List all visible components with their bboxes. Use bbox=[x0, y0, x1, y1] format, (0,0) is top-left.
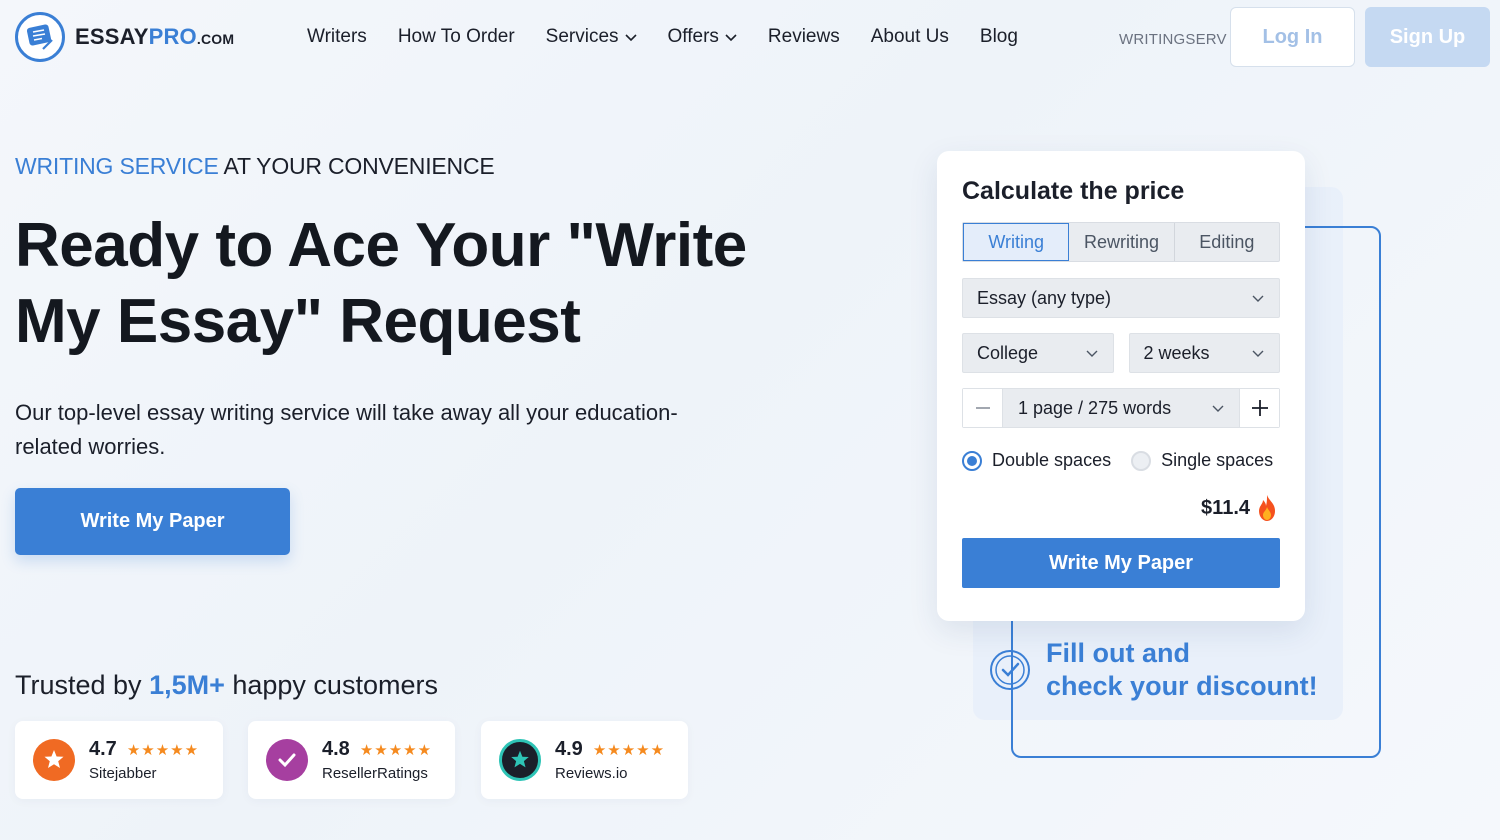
tab-writing[interactable]: Writing bbox=[963, 223, 1070, 261]
plus-icon bbox=[1251, 400, 1268, 416]
nav-about-us[interactable]: About Us bbox=[871, 26, 949, 48]
rating-card-sitejabber[interactable]: 4.7 ★★★★★ Sitejabber bbox=[15, 721, 223, 799]
rating-score: 4.7 bbox=[89, 738, 117, 760]
radio-label: Single spaces bbox=[1161, 450, 1274, 470]
trusted-by-text: Trusted by 1,5M+ happy customers bbox=[15, 670, 438, 700]
radio-checked-icon bbox=[962, 450, 982, 471]
deadline-value: 2 weeks bbox=[1143, 342, 1210, 363]
deadline-select[interactable]: 2 weeks bbox=[1128, 333, 1280, 373]
signup-button[interactable]: Sign Up bbox=[1365, 7, 1490, 67]
nav-reviews[interactable]: Reviews bbox=[768, 26, 840, 48]
service-tabs: Writing Rewriting Editing bbox=[962, 222, 1280, 262]
rating-card-reviewsio[interactable]: 4.9 ★★★★★ Reviews.io bbox=[481, 721, 688, 799]
nav-blog[interactable]: Blog bbox=[980, 26, 1018, 48]
hero-subtitle: Our top-level essay writing service will… bbox=[15, 400, 678, 459]
check-badge-icon bbox=[990, 650, 1030, 690]
radio-label: Double spaces bbox=[992, 450, 1112, 470]
nav-writers[interactable]: Writers bbox=[307, 26, 367, 48]
academic-level-value: College bbox=[977, 342, 1039, 363]
paper-type-value: Essay (any type) bbox=[977, 287, 1112, 308]
increase-pages-button[interactable] bbox=[1239, 389, 1279, 427]
hero-title: Ready to Ace Your "Write My Essay" Reque… bbox=[15, 211, 747, 356]
discount-line-2: check your discount! bbox=[1046, 671, 1318, 701]
reviewsio-logo-icon bbox=[499, 739, 541, 781]
pages-select[interactable]: 1 page / 275 words bbox=[1003, 389, 1239, 427]
stars-icon: ★★★★★ bbox=[592, 741, 666, 759]
discount-callout: Fill out and check your discount! bbox=[988, 637, 1318, 703]
chevron-down-icon bbox=[1086, 350, 1097, 357]
main-nav: Writers How To Order Services Offers Rev… bbox=[307, 26, 1049, 48]
price-row: $11.4 bbox=[962, 493, 1280, 523]
price-calculator: Calculate the price Writing Rewriting Ed… bbox=[937, 151, 1305, 621]
sitejabber-logo-icon bbox=[33, 739, 75, 781]
promo-code: WRITINGSERV bbox=[1119, 31, 1227, 48]
radio-single-spaces[interactable]: Single spaces bbox=[1131, 450, 1273, 471]
essay-document-icon bbox=[15, 12, 65, 62]
rating-source: Reviews.io bbox=[555, 765, 628, 782]
calculator-write-my-paper-button[interactable]: Write My Paper bbox=[962, 538, 1280, 588]
stars-icon: ★★★★★ bbox=[359, 741, 433, 759]
chevron-down-icon bbox=[1252, 350, 1264, 357]
stars-icon: ★★★★★ bbox=[126, 741, 200, 759]
spacing-options: Double spaces Single spaces bbox=[962, 450, 1280, 471]
tab-editing[interactable]: Editing bbox=[1175, 223, 1279, 261]
nav-services[interactable]: Services bbox=[546, 26, 637, 48]
login-button[interactable]: Log In bbox=[1230, 7, 1355, 67]
radio-unchecked-icon bbox=[1131, 450, 1152, 471]
chevron-down-icon bbox=[1212, 405, 1224, 412]
discount-line-1: Fill out and bbox=[1046, 638, 1190, 668]
minus-icon bbox=[975, 407, 990, 409]
academic-level-select[interactable]: College bbox=[962, 333, 1114, 373]
rating-source: ResellerRatings bbox=[322, 765, 428, 782]
radio-double-spaces[interactable]: Double spaces bbox=[962, 450, 1111, 471]
resellerratings-logo-icon bbox=[266, 739, 308, 781]
brand-logo[interactable]: ESSAYPRO.COM bbox=[15, 12, 234, 62]
brand-name: ESSAYPRO.COM bbox=[75, 24, 235, 49]
rating-score: 4.9 bbox=[555, 738, 583, 760]
hero-eyebrow: WRITING SERVICE AT YOUR CONVENIENCE bbox=[15, 153, 495, 179]
nav-offers[interactable]: Offers bbox=[668, 26, 737, 48]
write-my-paper-button[interactable]: Write My Paper bbox=[15, 488, 290, 555]
rating-score: 4.8 bbox=[322, 738, 350, 760]
fire-icon bbox=[1259, 495, 1275, 521]
chevron-down-icon bbox=[725, 34, 737, 42]
calculator-title: Calculate the price bbox=[962, 177, 1185, 205]
rating-card-resellerratings[interactable]: 4.8 ★★★★★ ResellerRatings bbox=[248, 721, 455, 799]
nav-how-to-order[interactable]: How To Order bbox=[398, 26, 515, 48]
rating-source: Sitejabber bbox=[89, 765, 157, 782]
tab-rewriting[interactable]: Rewriting bbox=[1069, 223, 1175, 261]
pages-value: 1 page / 275 words bbox=[1018, 397, 1172, 418]
decrease-pages-button[interactable] bbox=[963, 389, 1003, 427]
pages-stepper: 1 page / 275 words bbox=[962, 388, 1280, 428]
site-header: ESSAYPRO.COM Writers How To Order Servic… bbox=[0, 0, 1500, 76]
price-value: $11.4 bbox=[1201, 496, 1250, 519]
paper-type-select[interactable]: Essay (any type) bbox=[962, 278, 1280, 318]
chevron-down-icon bbox=[1252, 295, 1264, 302]
chevron-down-icon bbox=[624, 34, 637, 42]
